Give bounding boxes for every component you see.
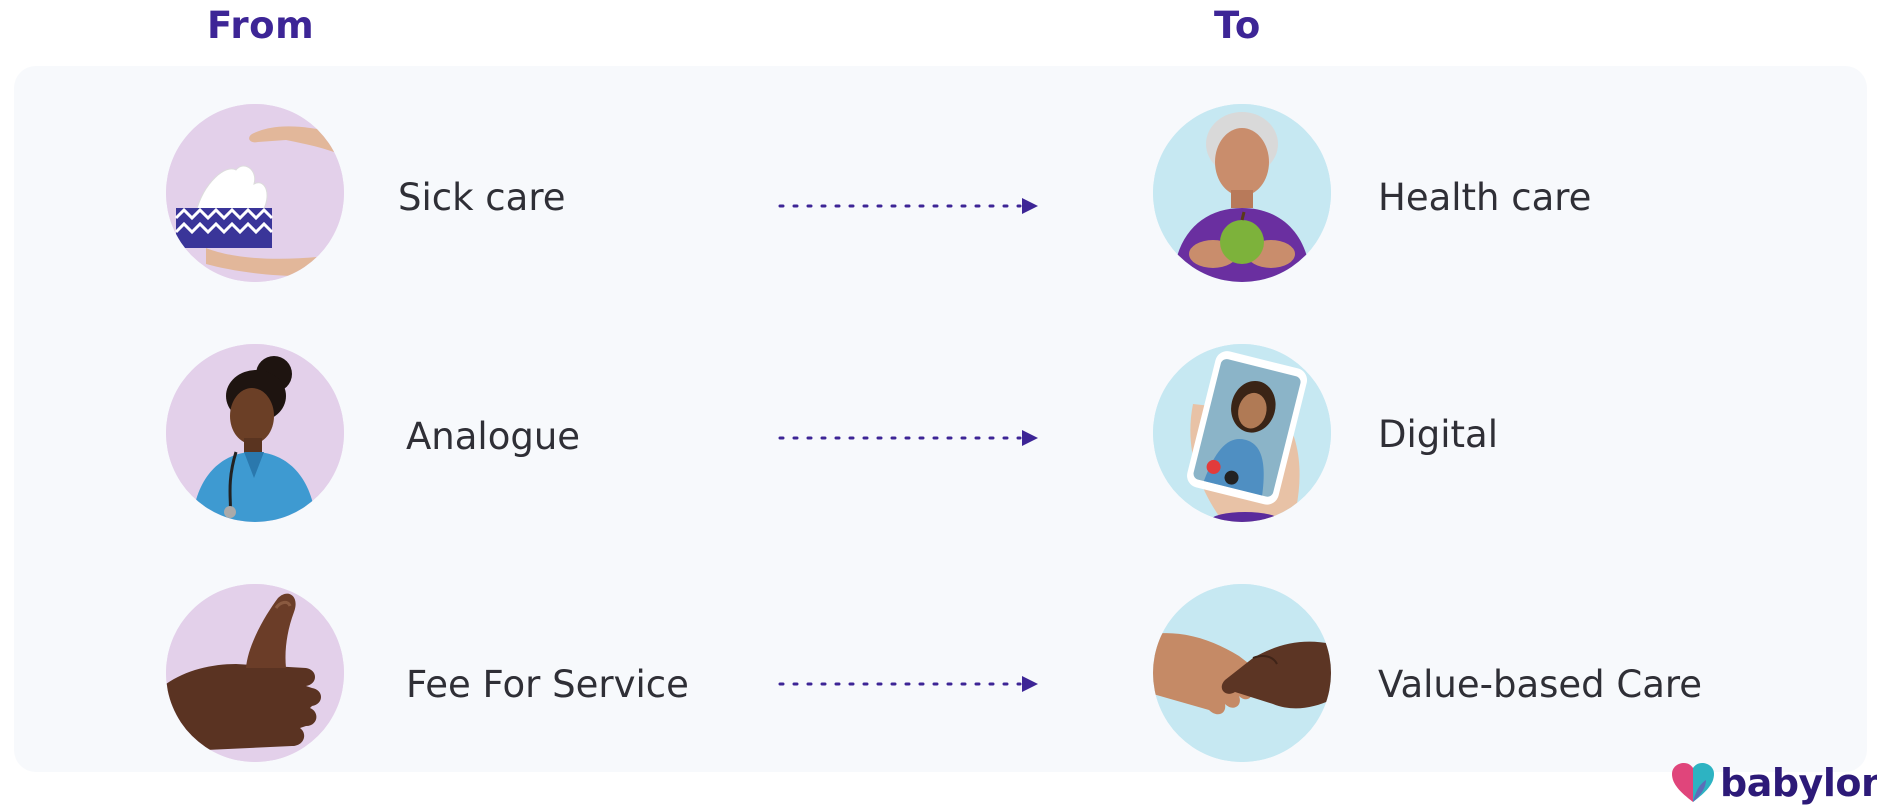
from-label: Fee For Service (406, 663, 689, 706)
video-call-phone-icon (1153, 344, 1331, 522)
to-heading: To (1214, 4, 1261, 47)
to-label: Health care (1378, 176, 1592, 219)
thumbs-up-icon (166, 584, 344, 762)
dotted-arrow (776, 672, 1040, 696)
woman-holding-apple-icon (1153, 104, 1331, 282)
to-label: Value-based Care (1378, 663, 1703, 706)
heart-logo-icon (1672, 763, 1714, 802)
dotted-arrow (776, 194, 1040, 218)
slide: From To Sick care Health care Analogue D… (0, 0, 1877, 805)
transition-row-fee-for-service: Fee For Service Value-based Care (0, 584, 1877, 764)
logo-text: babylon (1720, 761, 1877, 805)
from-label: Sick care (398, 176, 566, 219)
from-heading: From (207, 4, 315, 47)
transition-row-sick-care: Sick care Health care (0, 104, 1877, 284)
handshake-icon (1153, 584, 1331, 762)
from-label: Analogue (406, 415, 581, 458)
to-label: Digital (1378, 413, 1498, 456)
dotted-arrow (776, 426, 1040, 450)
transition-row-analogue: Analogue Digital (0, 344, 1877, 524)
nurse-with-stethoscope-icon (166, 344, 344, 522)
tissue-box-icon (166, 104, 344, 282)
babylon-logo: babylon (1670, 762, 1877, 804)
